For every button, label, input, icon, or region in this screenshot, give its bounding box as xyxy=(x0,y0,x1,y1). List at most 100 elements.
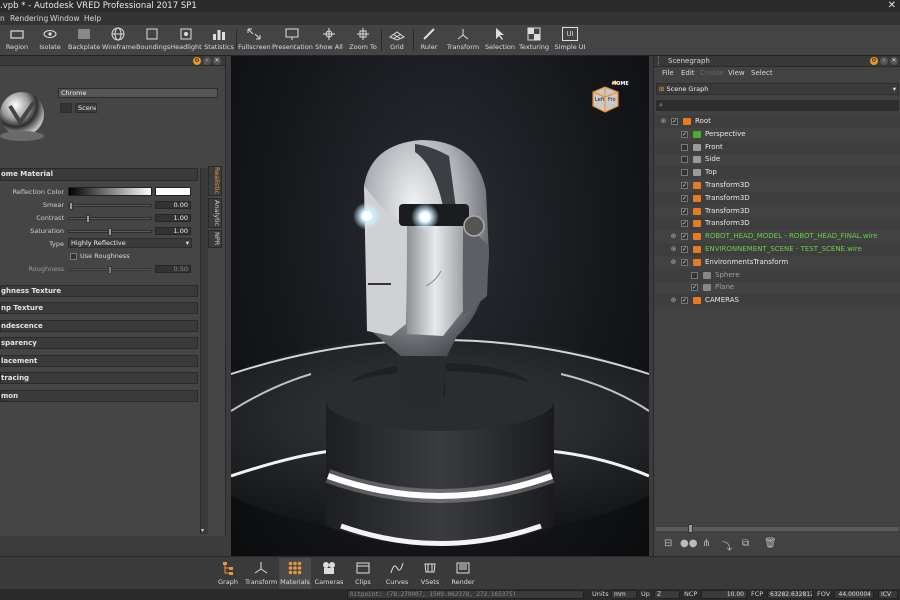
zoom-to-button[interactable]: Zoom To xyxy=(347,26,379,55)
visibility-checkbox[interactable]: ✓ xyxy=(671,118,678,125)
selection-button[interactable]: Selection xyxy=(484,26,516,55)
tab-realistic[interactable]: Realistic xyxy=(208,166,222,196)
up-axis-dropdown[interactable]: Z xyxy=(654,590,680,599)
scroll-down-icon[interactable]: ▾ xyxy=(201,527,204,534)
saturation-value[interactable]: 1.00 xyxy=(155,227,191,235)
section-common[interactable]: mon xyxy=(0,390,198,402)
module-materials-button[interactable]: Materials xyxy=(279,558,311,589)
section-transparency[interactable]: sparency xyxy=(0,337,198,349)
tree-row[interactable]: ⊕ ✓ ENVIRONNEMENT_SCENE - TEST_SCENE.wire xyxy=(654,243,900,256)
show-all-button[interactable]: Show All xyxy=(314,26,344,55)
visibility-checkbox[interactable]: ✓ xyxy=(681,297,688,305)
sg-menu-file[interactable]: File xyxy=(662,67,674,79)
section-iridescence[interactable]: ndescence xyxy=(0,320,198,332)
tree-row[interactable]: ✓ Transform3D xyxy=(654,179,900,192)
clone-icon[interactable]: ⧉ xyxy=(742,538,749,549)
module-render-button[interactable]: Render xyxy=(447,558,479,589)
visibility-checkbox[interactable] xyxy=(691,271,698,279)
scenegraph-scroll-slider[interactable] xyxy=(656,524,899,533)
sg-menu-create[interactable]: Create xyxy=(700,67,723,79)
expand-icon[interactable]: ⊕ xyxy=(670,297,677,304)
panel-close-icon[interactable]: ✕ xyxy=(213,57,221,65)
roughness-slider[interactable] xyxy=(68,266,152,274)
roughness-slider-knob[interactable] xyxy=(108,266,112,274)
module-cameras-button[interactable]: Cameras xyxy=(313,558,345,589)
tree-row[interactable]: ⊕ ✓ Root xyxy=(654,115,900,128)
section-roughness-texture[interactable]: ghness Texture xyxy=(0,285,198,297)
tree-row[interactable]: ✓ Transform3D xyxy=(654,205,900,218)
scroll-slider-knob[interactable] xyxy=(688,524,693,533)
type-dropdown[interactable]: Highly Reflective ▾ xyxy=(68,238,192,248)
expand-icon[interactable]: ⊕ xyxy=(670,258,677,266)
use-roughness-checkbox[interactable] xyxy=(70,253,77,260)
tree-row[interactable]: ✓ Perspective xyxy=(654,128,900,141)
module-vsets-button[interactable]: VSets xyxy=(414,558,446,589)
menu-window[interactable]: Window xyxy=(50,12,80,25)
visibility-checkbox[interactable]: ✓ xyxy=(681,258,688,266)
region-button[interactable]: Region xyxy=(2,26,32,55)
visibility-checkbox[interactable]: ✓ xyxy=(681,233,688,241)
saturation-slider[interactable] xyxy=(68,228,152,236)
panel-settings-icon[interactable]: ⚙ xyxy=(193,57,201,65)
visibility-checkbox[interactable]: ✓ xyxy=(681,194,688,202)
section-displacement[interactable]: lacement xyxy=(0,355,198,367)
visibility-checkbox[interactable] xyxy=(681,143,688,151)
smear-slider-knob[interactable] xyxy=(69,202,73,210)
material-preview-sphere[interactable] xyxy=(0,84,50,141)
boundings-button[interactable]: Boundings xyxy=(136,26,170,55)
scene-button[interactable]: Scene xyxy=(75,103,97,113)
grid-button[interactable]: Grid xyxy=(383,26,411,55)
expand-icon[interactable]: ⊕ xyxy=(660,118,667,125)
visibility-checkbox[interactable]: ✓ xyxy=(681,246,688,253)
menu-help[interactable]: Help xyxy=(84,12,101,25)
3d-viewport[interactable]: HOME Left Fro xyxy=(231,56,649,556)
reflection-color-ramp[interactable] xyxy=(68,187,152,196)
panel-float-icon[interactable]: › xyxy=(880,57,888,65)
panel-close-icon[interactable]: ✕ xyxy=(890,57,898,65)
icv-button[interactable]: ICV xyxy=(878,590,898,599)
visibility-checkbox[interactable]: ✓ xyxy=(681,130,688,138)
smear-slider[interactable] xyxy=(68,202,152,210)
module-clips-button[interactable]: Clips xyxy=(347,558,379,589)
tree-row[interactable]: ⊕ ✓ ROBOT_HEAD_MODEL - ROBOT_HEAD_FINAL.wi… xyxy=(654,230,900,243)
section-raytracing[interactable]: tracing xyxy=(0,372,198,384)
visibility-checkbox[interactable]: ✓ xyxy=(691,284,698,292)
fov-field[interactable]: 44.000004 xyxy=(834,590,874,599)
module-graph-button[interactable]: Graph xyxy=(212,558,244,589)
visibility-checkbox[interactable] xyxy=(681,169,688,177)
wireframe-button[interactable]: Wireframe xyxy=(102,26,136,55)
expand-icon[interactable]: ⊕ xyxy=(670,233,677,240)
pair-icon[interactable]: ●● xyxy=(680,538,697,549)
sg-menu-select[interactable]: Select xyxy=(751,67,773,79)
viewcube-home[interactable]: HOME xyxy=(612,81,629,87)
sg-menu-edit[interactable]: Edit xyxy=(681,67,695,79)
tab-analytic[interactable]: Analytic xyxy=(208,198,222,228)
contrast-slider[interactable] xyxy=(68,215,152,223)
tree-row[interactable]: Front xyxy=(654,140,900,154)
scenegraph-search-input[interactable]: ⌕ xyxy=(656,100,899,111)
fullscreen-button[interactable]: Fullscreen xyxy=(238,26,271,55)
transform-node-icon[interactable]: ⤵ xyxy=(722,538,732,553)
menu-rendering[interactable]: Rendering xyxy=(10,12,48,25)
section-material[interactable]: ome Material xyxy=(0,168,198,181)
statistics-button[interactable]: Statistics xyxy=(204,26,234,55)
visibility-checkbox[interactable]: ✓ xyxy=(681,220,688,228)
contrast-slider-knob[interactable] xyxy=(86,215,91,223)
menu-item[interactable]: n xyxy=(0,12,5,25)
group-icon[interactable]: ⊟ xyxy=(664,538,672,549)
isolate-button[interactable]: Isolate xyxy=(35,26,65,55)
sg-menu-view[interactable]: View xyxy=(728,67,745,79)
reflection-color-swatch[interactable] xyxy=(155,187,191,196)
section-bump-texture[interactable]: np Texture xyxy=(0,302,198,314)
saturation-slider-knob[interactable] xyxy=(108,228,112,236)
hierarchy-icon[interactable]: ⋔ xyxy=(702,538,710,549)
headlight-button[interactable]: Headlight xyxy=(170,26,202,55)
tree-row[interactable]: ✓ Transform3D xyxy=(654,191,900,205)
panel-settings-icon[interactable]: ⚙ xyxy=(870,57,878,65)
panel-grip[interactable] xyxy=(658,56,662,66)
tree-row[interactable]: ✓ Transform3D xyxy=(654,217,900,231)
simple-ui-button[interactable]: UI Simple UI xyxy=(553,26,587,55)
contrast-value[interactable]: 1.00 xyxy=(155,214,191,222)
viewcube-left-face[interactable]: Left xyxy=(595,97,604,103)
tree-row[interactable]: Side xyxy=(654,153,900,166)
